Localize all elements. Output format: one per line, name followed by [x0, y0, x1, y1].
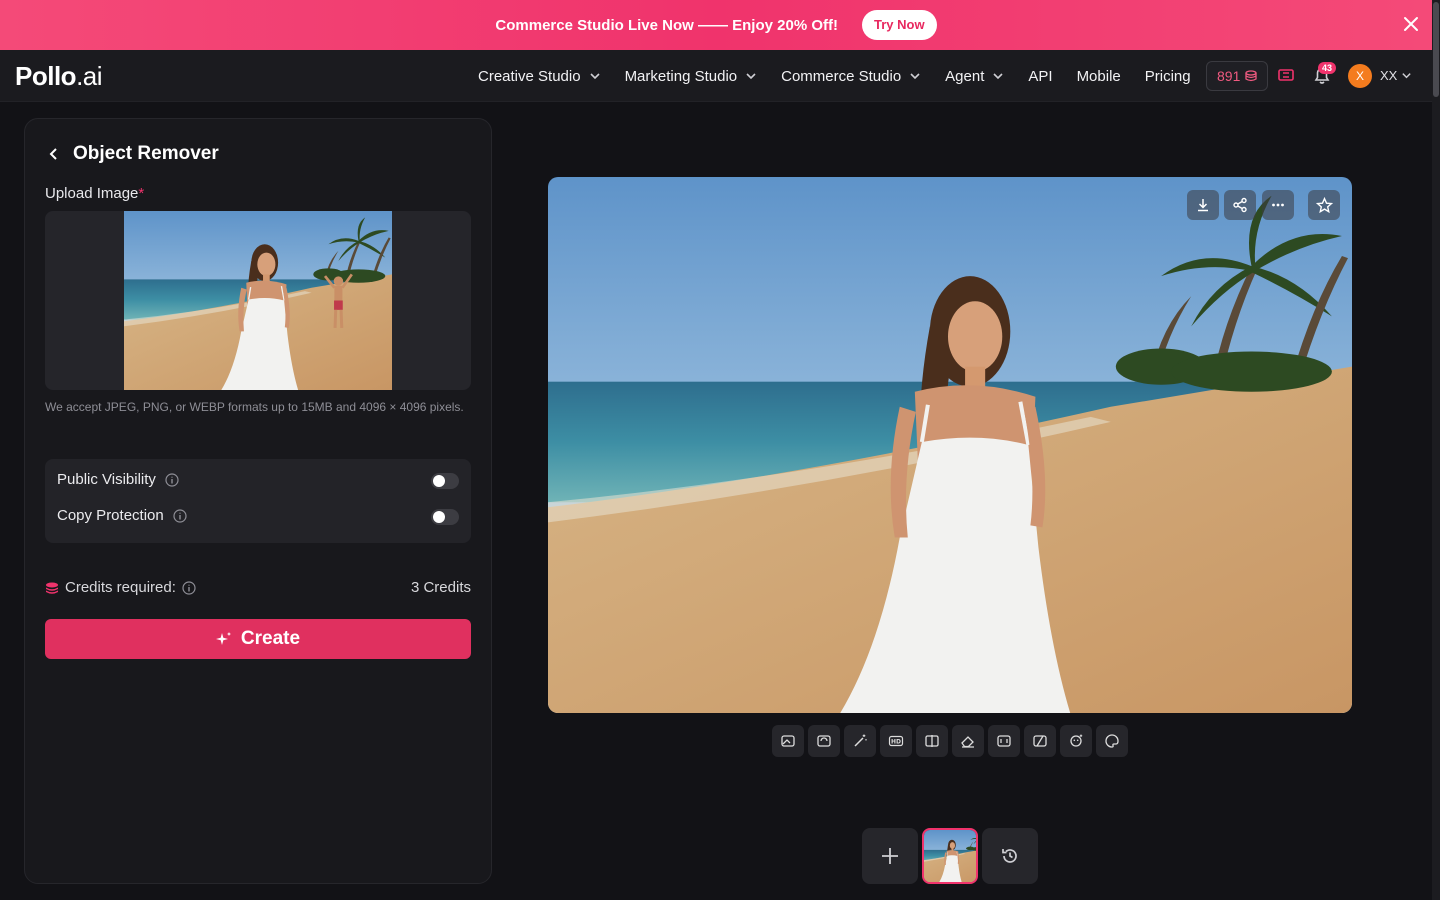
history-button[interactable]: [982, 828, 1038, 884]
tool-face-swap[interactable]: [1060, 725, 1092, 757]
face-icon: [1070, 734, 1083, 747]
chevron-down-icon: [589, 73, 600, 80]
info-icon[interactable]: [182, 580, 196, 595]
tool-colorize[interactable]: [1096, 725, 1128, 757]
more-options-button[interactable]: [1262, 190, 1294, 220]
page-scrollbar[interactable]: [1432, 0, 1440, 900]
chevron-down-icon: [910, 73, 920, 80]
credits-required-label: Credits required:: [65, 579, 176, 596]
nav-item-label: Mobile: [1076, 67, 1121, 85]
credits-balance[interactable]: 891: [1206, 61, 1269, 91]
image-edit-icon: [781, 735, 795, 747]
coin-stack-icon: [1245, 70, 1258, 82]
plus-icon: [882, 848, 898, 864]
public-visibility-row: Public Visibility: [57, 471, 179, 488]
credits-required-value: 3 Credits: [410, 579, 471, 596]
image-tools-bar: HD: [772, 725, 1132, 757]
top-navigation: Pollo.ai Creative Studio Marketing Studio…: [0, 50, 1432, 102]
required-mark: *: [138, 185, 145, 202]
info-icon[interactable]: [165, 472, 179, 487]
hd-icon: HD: [888, 735, 904, 747]
nav-item-commerce-studio[interactable]: Commerce Studio: [781, 68, 921, 85]
pollo-logo[interactable]: Pollo.ai: [15, 61, 103, 92]
privacy-settings: Public Visibility Copy Protection: [45, 459, 471, 543]
scrollbar-thumb[interactable]: [1433, 2, 1439, 97]
coin-stack-icon: [46, 582, 58, 594]
nav-item-label: API: [1028, 67, 1053, 85]
formats-note: We accept JPEG, PNG, or WEBP formats up …: [45, 400, 464, 414]
copy-protection-toggle[interactable]: [431, 509, 459, 525]
tool-image-to-image[interactable]: [772, 725, 804, 757]
back-arrow-icon[interactable]: [47, 147, 61, 161]
info-icon[interactable]: [173, 508, 187, 523]
magic-wand-icon: [854, 734, 867, 747]
star-icon: [1315, 196, 1333, 213]
svg-text:HD: HD: [891, 739, 901, 746]
nav-item-marketing-studio[interactable]: Marketing Studio: [625, 68, 758, 85]
uploaded-image-preview: [124, 211, 392, 390]
image-style-icon: [1033, 735, 1047, 747]
ticket-icon[interactable]: [1277, 66, 1295, 84]
copy-protection-row: Copy Protection: [57, 507, 187, 524]
nav-item-label: Commerce Studio: [781, 67, 902, 85]
image-refresh-icon: [817, 735, 831, 747]
chevron-down-icon[interactable]: [1401, 70, 1412, 81]
upload-dropzone[interactable]: [45, 211, 471, 390]
split-image-icon: [925, 735, 939, 747]
credits-count: 891: [1217, 68, 1241, 84]
nav-menu: Creative Studio Marketing Studio Commerce …: [478, 50, 1215, 102]
tool-eraser[interactable]: [952, 725, 984, 757]
nav-item-label: Pricing: [1144, 67, 1191, 85]
nav-item-creative-studio[interactable]: Creative Studio: [478, 68, 601, 85]
avatar[interactable]: X: [1348, 64, 1372, 88]
tool-magic-brush[interactable]: [844, 725, 876, 757]
result-thumbnail[interactable]: [922, 828, 978, 884]
chevron-down-icon: [746, 73, 756, 80]
download-button[interactable]: [1187, 190, 1219, 220]
notification-badge: 43: [1318, 62, 1337, 74]
chevron-down-icon: [993, 73, 1003, 80]
nav-item-label: Agent: [945, 67, 985, 85]
palette-icon: [1105, 734, 1119, 748]
promo-text: Commerce Studio Live Now —— Enjoy 20% Of…: [495, 16, 838, 34]
upload-image-label: Upload Image*: [45, 185, 145, 202]
more-icon: [1272, 203, 1284, 207]
result-image: [548, 177, 1352, 713]
tool-style-transfer[interactable]: [1024, 725, 1056, 757]
favorite-button[interactable]: [1308, 190, 1340, 220]
nav-item-api[interactable]: API: [1028, 68, 1052, 85]
panel-header: Object Remover: [47, 143, 219, 165]
nav-item-label: Marketing Studio: [624, 67, 738, 85]
tool-background-remover[interactable]: [916, 725, 948, 757]
tool-panel: Object Remover Upload Image* We accept J…: [24, 118, 492, 884]
promo-banner: Commerce Studio Live Now —— Enjoy 20% Of…: [0, 0, 1432, 50]
share-icon: [1233, 197, 1247, 213]
tool-expand[interactable]: [988, 725, 1020, 757]
copy-protection-label: Copy Protection: [57, 507, 164, 524]
public-visibility-toggle[interactable]: [431, 473, 459, 489]
eraser-icon: [961, 736, 974, 748]
credits-required-row: Credits required: 3 Credits: [45, 579, 471, 596]
add-new-button[interactable]: [862, 828, 918, 884]
tool-hd-upscale[interactable]: HD: [880, 725, 912, 757]
page-title: Object Remover: [73, 143, 219, 164]
create-button[interactable]: Create: [45, 619, 471, 659]
download-icon: [1198, 199, 1208, 212]
share-button[interactable]: [1224, 190, 1256, 220]
sparkle-icon: [215, 632, 231, 645]
tool-image-variation[interactable]: [808, 725, 840, 757]
history-icon: [1002, 849, 1017, 863]
try-now-button[interactable]: Try Now: [861, 10, 937, 40]
nav-item-agent[interactable]: Agent: [945, 68, 1004, 85]
nav-item-pricing[interactable]: Pricing: [1145, 68, 1191, 85]
user-name[interactable]: XX: [1380, 68, 1397, 83]
nav-item-mobile[interactable]: Mobile: [1077, 68, 1121, 85]
create-button-label: Create: [240, 628, 301, 649]
nav-item-label: Creative Studio: [478, 67, 581, 85]
public-visibility-label: Public Visibility: [57, 471, 156, 488]
expand-icon: [997, 735, 1011, 747]
close-icon[interactable]: [1402, 15, 1420, 33]
